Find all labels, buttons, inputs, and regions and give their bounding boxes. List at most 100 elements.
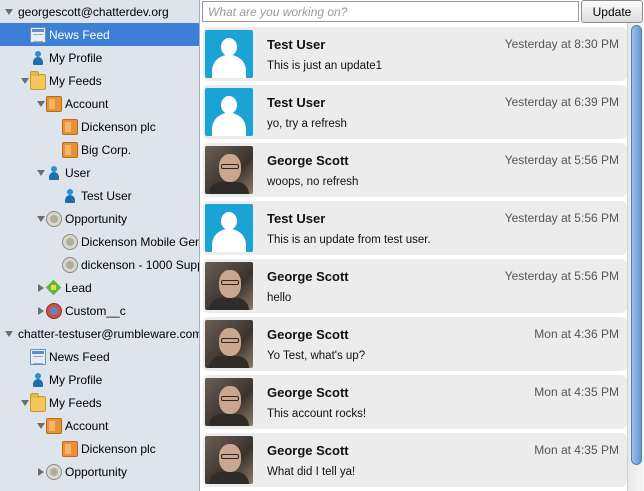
account-icon [46, 95, 62, 112]
sidebar-item-label: Account [65, 418, 109, 433]
default-user-avatar [205, 88, 253, 136]
feed-item-timestamp: Yesterday at 6:39 PM [504, 95, 619, 109]
disclosure-expanded-icon[interactable] [36, 99, 46, 109]
feed-item[interactable]: George Scott Mon at 4:35 PM This account r… [203, 375, 627, 429]
sidebar-item-label: Opportunity [65, 211, 128, 226]
feed-item-author: George Scott [267, 327, 349, 342]
opportunity-icon [62, 233, 78, 250]
feed-item-message: What did I tell ya! [267, 466, 356, 478]
sidebar-item-label: Dickenson plc [81, 119, 156, 134]
sidebar-item-label: Big Corp. [81, 142, 132, 157]
feed-item-timestamp: Yesterday at 5:56 PM [504, 211, 619, 225]
feed-item-timestamp: Yesterday at 5:56 PM [504, 269, 619, 283]
sidebar-item[interactable]: chatter-testuser@rumbleware.com [0, 322, 199, 345]
feed-scrollbar[interactable] [627, 23, 644, 491]
sidebar-item-label: Custom__c [65, 303, 126, 318]
feed-item-author: Test User [267, 95, 326, 110]
folder-icon [30, 70, 46, 90]
sidebar-item[interactable]: My Feeds [0, 391, 199, 414]
feed-item[interactable]: George Scott Mon at 4:35 PM What did I tel… [203, 433, 627, 487]
sidebar-item[interactable]: Account [0, 92, 199, 115]
sidebar-item-label: User [65, 165, 91, 180]
sidebar-item[interactable]: My Feeds [0, 69, 199, 92]
disclosure-collapsed-icon[interactable] [36, 306, 46, 316]
feed-item[interactable]: George Scott Mon at 4:36 PM Yo Test, what'… [203, 317, 627, 371]
user-photo-avatar [205, 320, 253, 368]
disclosure-collapsed-icon[interactable] [36, 283, 46, 293]
update-button[interactable]: Update [581, 0, 643, 23]
sidebar-item-label: My Feeds [49, 395, 102, 410]
sidebar-item-label: dickenson - 1000 Support [81, 257, 199, 272]
sidebar-item[interactable]: Opportunity [0, 207, 199, 230]
disclosure-expanded-icon[interactable] [36, 168, 46, 178]
sidebar-item[interactable]: Test User [0, 184, 199, 207]
disclosure-expanded-icon[interactable] [4, 329, 14, 339]
user-photo-avatar [205, 378, 253, 426]
feed-item-author: George Scott [267, 153, 349, 168]
sidebar-item[interactable]: dickenson - 1000 Support [0, 253, 199, 276]
feed-item[interactable]: Test User Yesterday at 5:56 PM This is an … [203, 201, 627, 255]
feed-item[interactable]: George Scott Yesterday at 5:56 PM woops, n… [203, 143, 627, 197]
person-icon [30, 372, 46, 388]
sidebar-item-label: Dickenson plc [81, 441, 156, 456]
sidebar-item[interactable]: News Feed [0, 345, 199, 368]
user-photo-avatar [205, 146, 253, 194]
sidebar-item[interactable]: Opportunity [0, 460, 199, 483]
sidebar-item[interactable]: Big Corp. [0, 138, 199, 161]
feed-item-message: This is an update from test user. [267, 234, 431, 246]
feed-item[interactable]: Test User Yesterday at 6:39 PM yo, try a r… [203, 85, 627, 139]
disclosure-expanded-icon[interactable] [4, 7, 14, 17]
lead-icon [46, 280, 62, 296]
sidebar-item-label: My Feeds [49, 73, 102, 88]
sidebar-item[interactable]: Dickenson Mobile Generators [0, 230, 199, 253]
status-update-input[interactable] [202, 1, 579, 22]
feed-item[interactable]: George Scott Yesterday at 5:56 PM hello [203, 259, 627, 313]
account-icon [62, 141, 78, 158]
disclosure-collapsed-icon[interactable] [36, 467, 46, 477]
sidebar-item[interactable]: Dickenson plc [0, 437, 199, 460]
feed-item-message: yo, try a refresh [267, 118, 347, 130]
news-feed: Test User Yesterday at 8:30 PM This is jus… [201, 23, 644, 491]
disclosure-expanded-icon[interactable] [36, 421, 46, 431]
sidebar-item[interactable]: Lead [0, 276, 199, 299]
sidebar-item[interactable]: Account [0, 414, 199, 437]
opportunity-icon [62, 256, 78, 273]
sidebar-item[interactable]: User [0, 161, 199, 184]
feed-item-message: hello [267, 292, 292, 304]
scrollbar-thumb[interactable] [631, 25, 642, 465]
sidebar-item[interactable]: georgescott@chatterdev.org [0, 0, 199, 23]
newsfeed-icon [30, 348, 46, 365]
disclosure-expanded-icon[interactable] [20, 76, 30, 86]
disclosure-expanded-icon[interactable] [20, 398, 30, 408]
sidebar-item-label: Test User [81, 188, 132, 203]
feed-item-author: Test User [267, 37, 326, 52]
sidebar-item-label: News Feed [49, 27, 110, 42]
person-icon [46, 165, 62, 181]
account-icon [46, 417, 62, 434]
sidebar-item[interactable]: My Profile [0, 368, 199, 391]
feed-item-timestamp: Mon at 4:35 PM [534, 443, 619, 457]
sidebar-item[interactable]: News Feed [0, 23, 199, 46]
disclosure-expanded-icon[interactable] [36, 214, 46, 224]
feed-item-author: George Scott [267, 385, 349, 400]
feed-item[interactable]: Test User Yesterday at 8:30 PM This is jus… [203, 27, 627, 81]
sidebar-item[interactable]: My Profile [0, 46, 199, 69]
sidebar-item-label: Dickenson Mobile Generators [81, 234, 199, 249]
account-icon [62, 440, 78, 457]
newsfeed-icon [30, 26, 46, 43]
feed-item-message: This is just an update1 [267, 60, 383, 72]
sidebar: georgescott@chatterdev.org News Feed My Pr… [0, 0, 200, 491]
sidebar-item-label: Opportunity [65, 464, 128, 479]
sidebar-item[interactable]: Dickenson plc [0, 115, 199, 138]
person-icon [62, 188, 78, 204]
default-user-avatar [205, 204, 253, 252]
folder-icon [30, 392, 46, 412]
sidebar-item[interactable]: Custom__c [0, 299, 199, 322]
person-icon [30, 50, 46, 66]
user-photo-avatar [205, 262, 253, 310]
